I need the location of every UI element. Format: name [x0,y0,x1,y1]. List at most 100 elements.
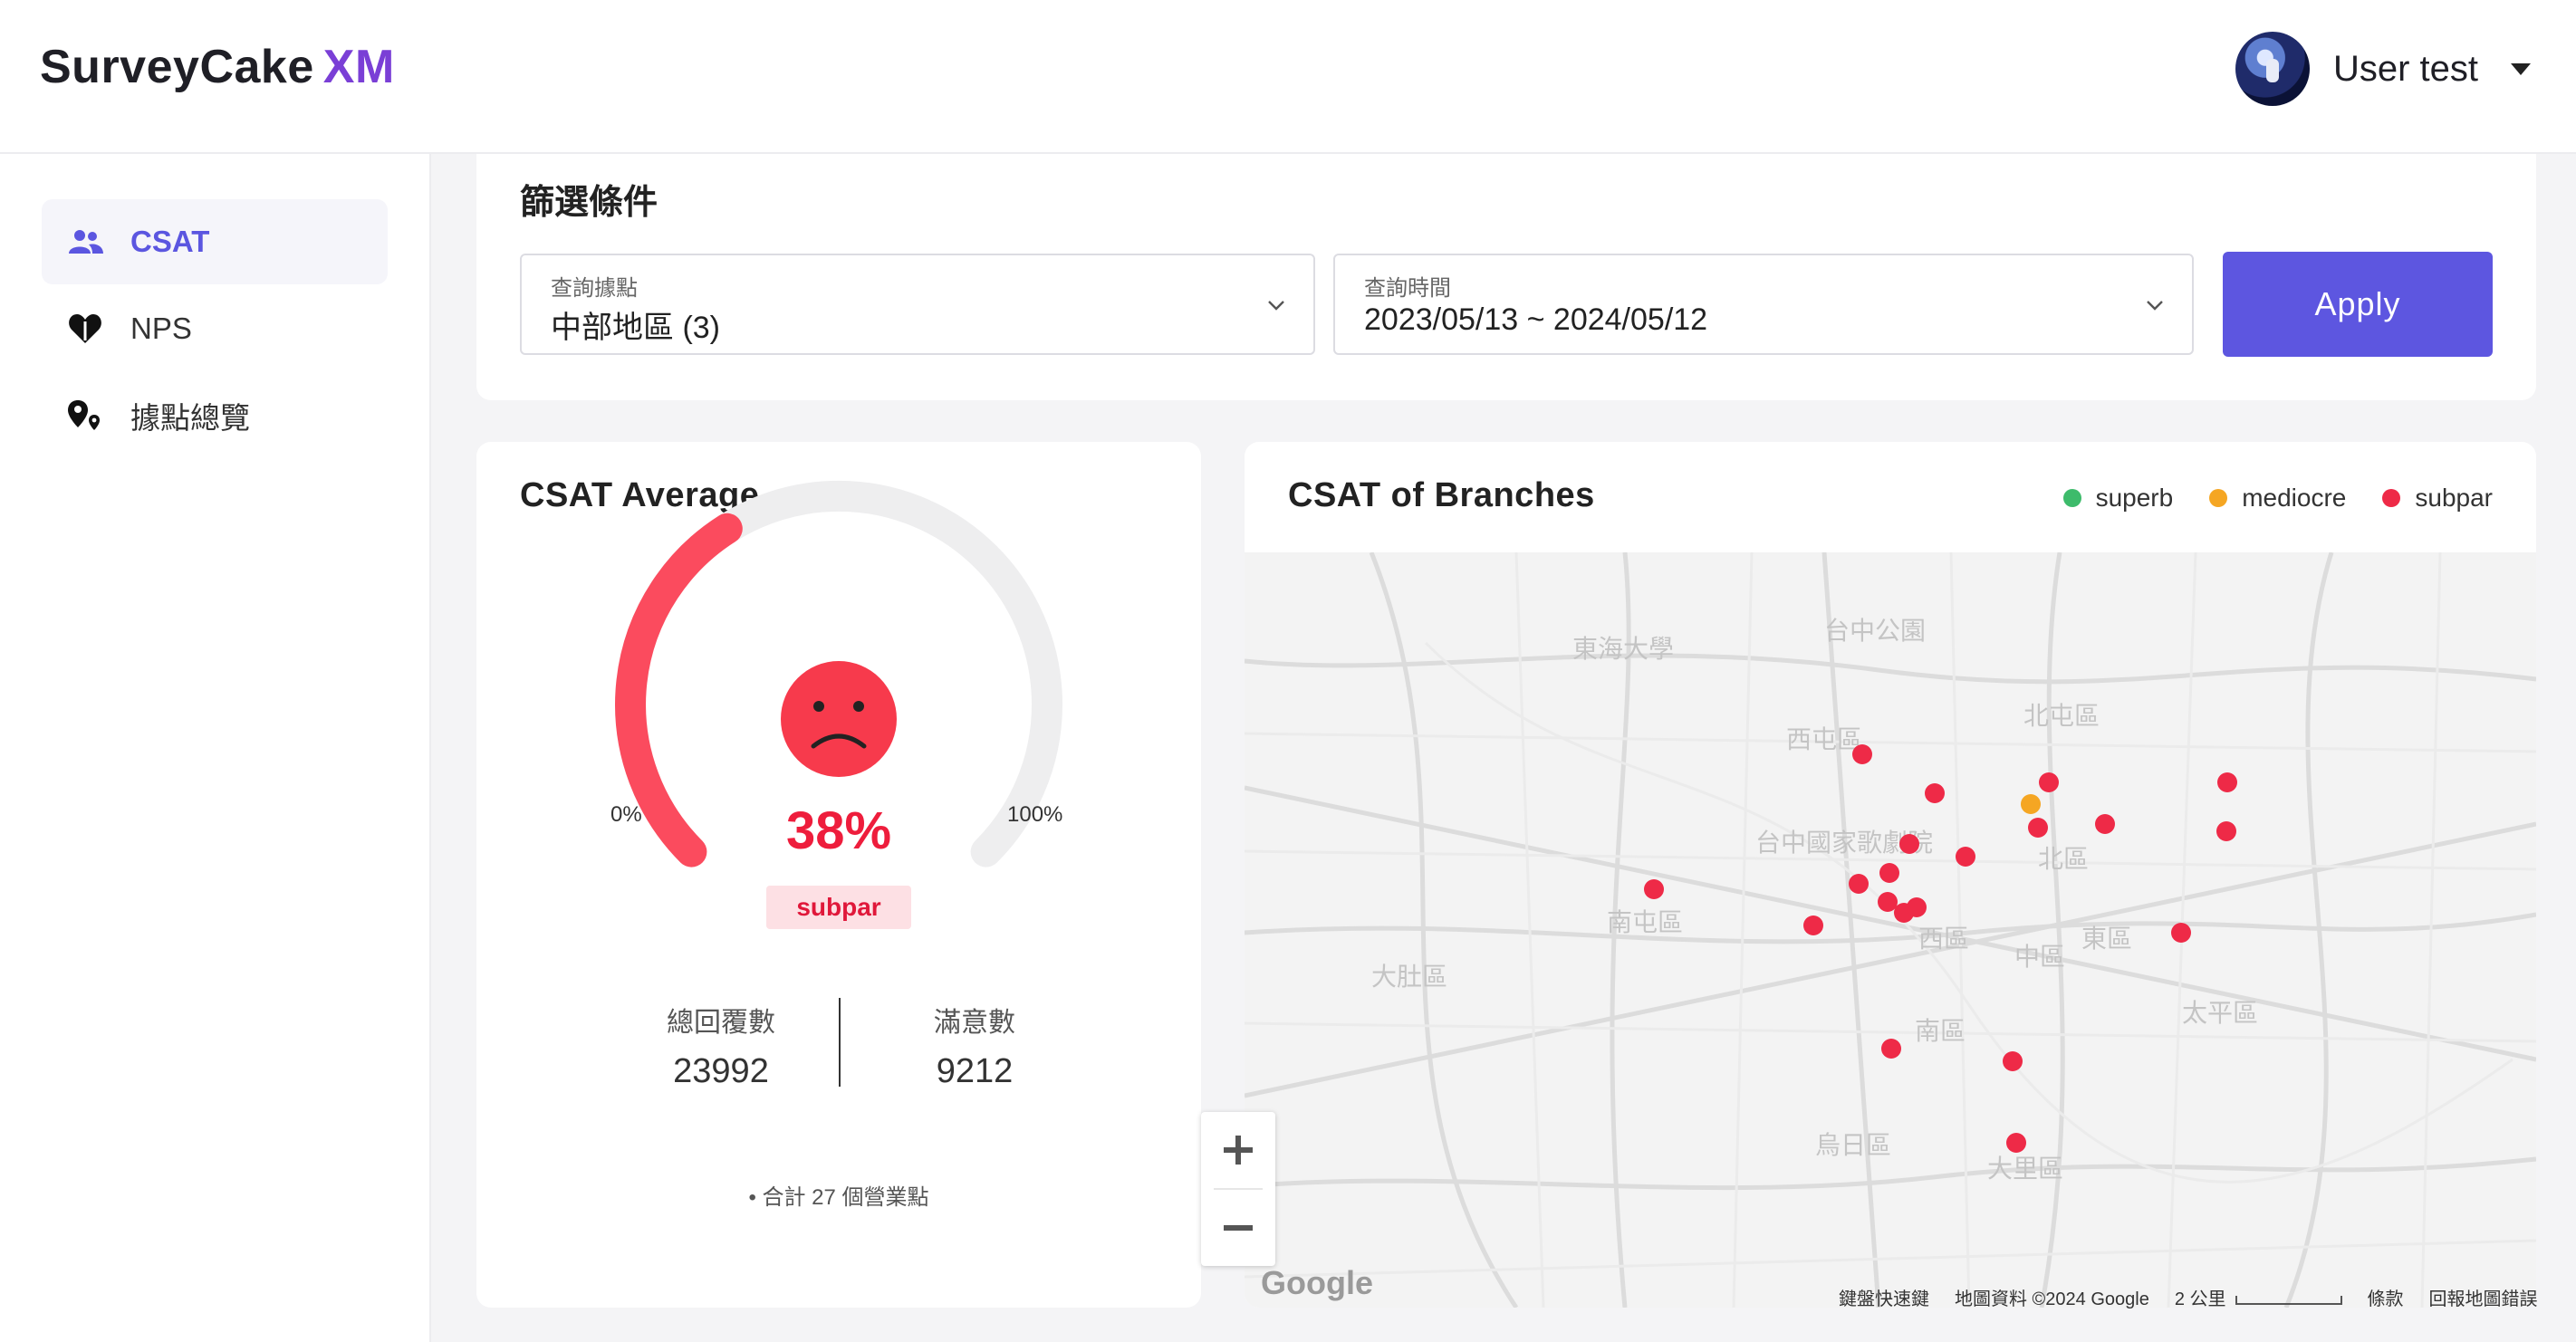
status-badge: subpar [766,886,911,929]
sidebar: CSAT NPS 據點總覽 [0,154,431,1342]
stat-satisfied: 滿意數 9212 [857,1000,1092,1091]
card-title: CSAT of Branches [1288,476,1595,514]
branch-marker-subpar [1956,847,1975,867]
csat-average-card: CSAT Average 0% 100% 38% subpar 總回覆數 239… [476,442,1201,1308]
location-pin-icon [67,398,103,434]
branch-marker-subpar [2028,818,2048,838]
legend-mediocre: mediocre [2209,484,2346,513]
map-data-text: 地圖資料 ©2024 Google [1955,1289,2149,1309]
stat-total-label: 總回覆數 [667,1008,775,1038]
map-label-tunghai: 東海大學 [1572,635,1674,663]
stat-total: 總回覆數 23992 [603,1000,839,1091]
branch-marker-subpar [1878,892,1898,912]
legend-label: mediocre [2242,484,2347,512]
sidebar-item-label: 據點總覽 [130,401,250,435]
map-label-wuri: 烏日區 [1815,1131,1891,1159]
legend-subpar: subpar [2382,484,2493,513]
filter-card: 篩選條件 查詢據點 中部地區 (3) 查詢時間 2023/05/13 ~ 202… [476,154,2536,400]
map-label-xitun: 西屯區 [1786,725,1862,753]
map-label-taiping: 太平區 [2182,999,2258,1027]
branch-marker-subpar [1894,903,1914,923]
csat-branches-card: CSAT of Branches superb mediocre subpar [1245,442,2536,1308]
branch-marker-subpar [2006,1133,2026,1153]
plus-icon [1224,1136,1253,1165]
chevron-down-icon [1268,301,1284,311]
branch-marker-subpar [1899,834,1919,854]
apply-button[interactable]: Apply [2223,252,2493,357]
map-zoom-control [1201,1112,1275,1266]
time-select[interactable]: 查詢時間 2023/05/13 ~ 2024/05/12 [1333,254,2194,355]
branch-marker-subpar [1849,874,1869,894]
stat-total-value: 23992 [673,1052,769,1090]
sidebar-item-locations[interactable]: 據點總覽 [42,373,388,458]
user-menu[interactable]: User test [2235,31,2531,107]
branch-marker-subpar [2216,821,2236,841]
keyboard-shortcuts-link[interactable]: 鍵盤快速鍵 [1839,1284,1929,1310]
legend-superb: superb [2062,484,2174,513]
legend-label: subpar [2415,484,2493,512]
people-icon [67,224,103,260]
google-logo: Google [1261,1264,1373,1301]
map-roads [1245,551,2536,1308]
scale-bar [2235,1296,2342,1305]
legend-label: superb [2095,484,2174,512]
legend-dot [2209,489,2228,507]
stat-satisfied-value: 9212 [936,1052,1014,1090]
filter-title: 篩選條件 [520,184,658,222]
time-select-label: 查詢時間 [1364,276,1451,301]
branch-marker-subpar [1852,744,1872,764]
app-logo[interactable]: SurveyCake XM [40,40,395,94]
map-label-park: 台中公園 [1824,617,1926,645]
logo-text: SurveyCake [40,41,314,93]
map-legend: superb mediocre subpar [2062,484,2493,513]
sidebar-item-label: NPS [130,312,192,345]
location-select[interactable]: 查詢據點 中部地區 (3) [520,254,1315,355]
minus-icon [1224,1225,1253,1231]
branch-marker-subpar [2095,814,2115,834]
legend-dot [2382,489,2401,507]
map-label-dadu: 大肚區 [1371,963,1447,991]
sidebar-item-nps[interactable]: NPS [42,286,388,371]
branch-marker-subpar [2003,1051,2023,1071]
stat-divider [839,998,841,1087]
map-label-dali: 大里區 [1987,1155,2063,1183]
map-scale: 2 公里 [2175,1284,2342,1310]
branch-marker-subpar [2039,772,2059,792]
map-label-east: 東區 [2081,925,2132,953]
sidebar-item-csat[interactable]: CSAT [42,199,388,284]
map-label-north: 北區 [2038,845,2089,873]
branch-count-note: • 合計 27 個營業點 [748,1185,929,1210]
branch-marker-subpar [1803,915,1823,935]
map-canvas[interactable]: 西屯區 北屯區 南屯區 大肚區 太平區 大里區 烏日區 南區 西區 東區 中區 … [1245,551,2536,1308]
top-bar: SurveyCake XM User test [0,0,2576,154]
map-label-nantun: 南屯區 [1607,908,1683,936]
zoom-out-button[interactable] [1201,1190,1275,1266]
time-select-value: 2023/05/13 ~ 2024/05/12 [1364,302,1708,337]
location-select-label: 查詢據點 [551,276,638,301]
map-label-south: 南區 [1915,1017,1966,1045]
location-select-value: 中部地區 (3) [551,311,720,345]
branch-map[interactable]: 西屯區 北屯區 南屯區 大肚區 太平區 大里區 烏日區 南區 西區 東區 中區 … [1245,551,2536,1308]
caret-down-icon[interactable] [2511,62,2531,75]
zoom-in-button[interactable] [1201,1112,1275,1188]
stat-satisfied-label: 滿意數 [934,1008,1015,1038]
branch-marker-subpar [1644,879,1664,899]
csat-percent: 38% [785,801,892,860]
sad-face-icon [781,661,897,777]
branch-marker-subpar [1879,863,1899,883]
branch-marker-subpar [2171,923,2191,943]
branch-marker-mediocre [2021,794,2041,814]
branch-marker-subpar [1925,783,1945,803]
report-error-link[interactable]: 回報地圖錯誤 [2429,1284,2538,1310]
map-label-beitun: 北屯區 [2023,702,2100,730]
avatar [2235,32,2310,106]
branch-marker-subpar [1881,1039,1901,1059]
chevron-down-icon [2147,301,2163,311]
branch-marker-subpar [2217,772,2237,792]
logo-xm: XM [322,41,395,93]
terms-link[interactable]: 條款 [2368,1284,2404,1310]
map-scale-label: 2 公里 [2174,1289,2226,1309]
map-label-central: 中區 [2014,943,2065,971]
map-label-west: 西區 [1918,925,1969,953]
sidebar-item-label: CSAT [130,225,210,258]
